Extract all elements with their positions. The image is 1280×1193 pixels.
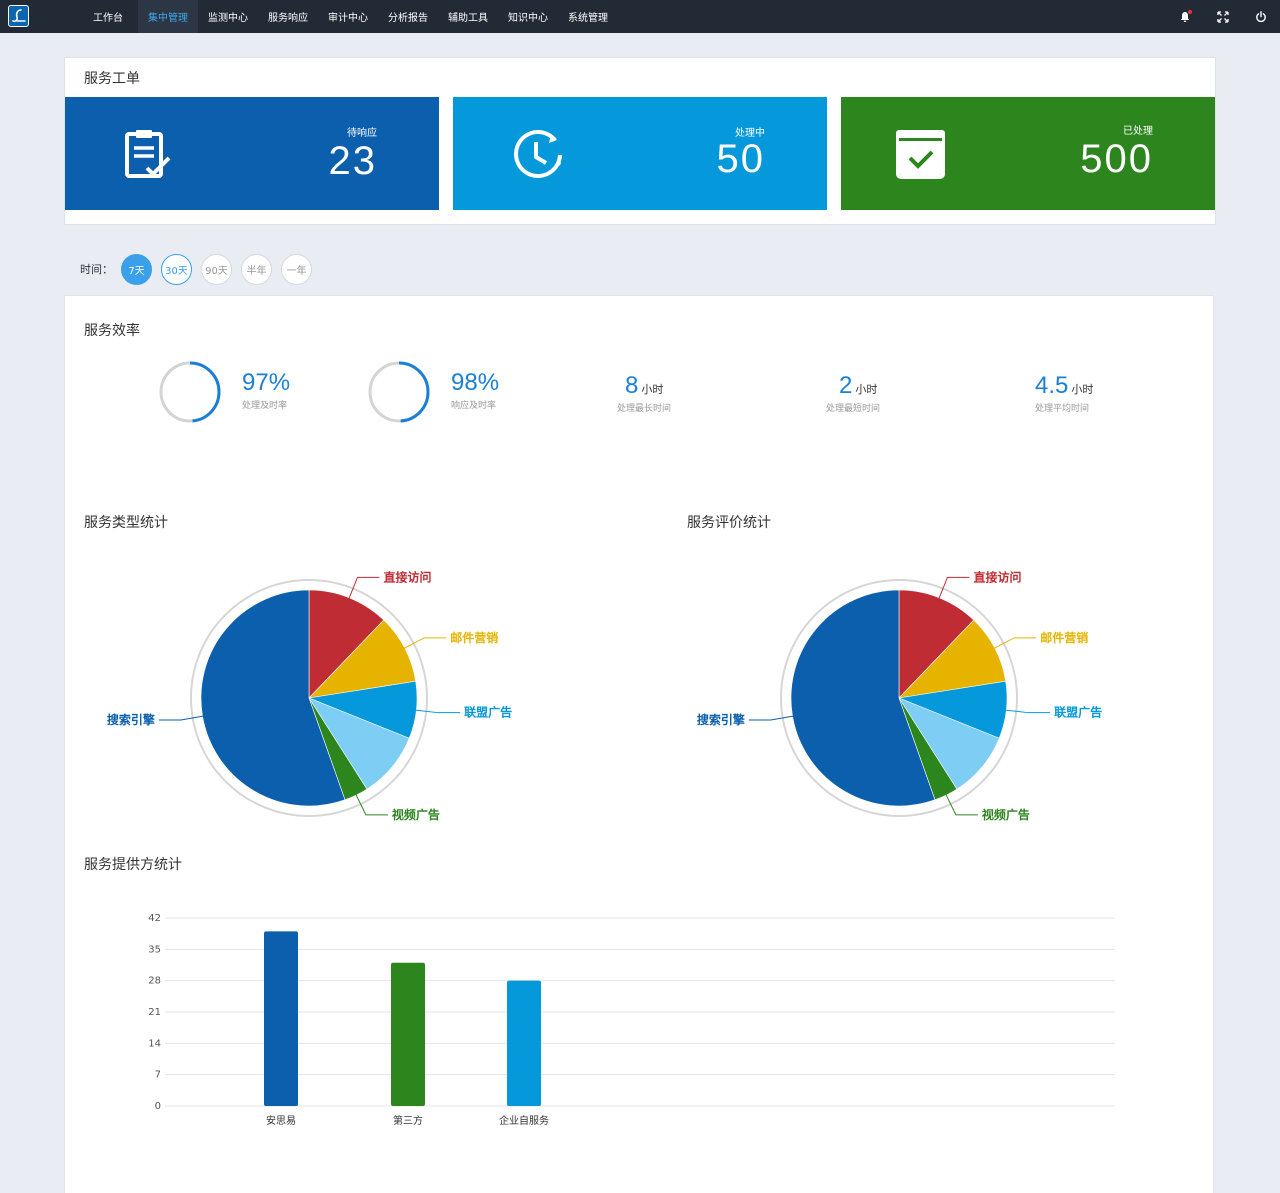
power-icon (1256, 10, 1266, 22)
nav-item-6[interactable]: 辅助工具 (438, 0, 498, 33)
nav-item-4[interactable]: 审计中心 (318, 0, 378, 33)
bar-2[interactable] (507, 980, 541, 1106)
pending-label: 待响应 (347, 128, 377, 139)
bar-0[interactable] (264, 931, 298, 1106)
pie-label-0: 直接访问 (383, 569, 431, 584)
handling-rate-value: 97% (242, 369, 291, 396)
ticket-panel-title: 服务工单 (84, 71, 140, 87)
x-tick-2: 企业自服务 (499, 1114, 549, 1127)
y-tick-1: 7 (155, 1070, 161, 1081)
nav-tools (1166, 0, 1280, 33)
completed-card[interactable]: 已处理 500 (841, 97, 1215, 210)
bar-1[interactable] (391, 962, 425, 1106)
time-option-4[interactable]: 一年 (281, 253, 312, 285)
x-tick-0: 安思易 (266, 1114, 296, 1127)
nav-item-8[interactable]: 系统管理 (558, 0, 618, 33)
max-time-unit: 小时 (641, 383, 664, 396)
nav-item-0[interactable]: 工作台 (78, 0, 138, 33)
x-tick-1: 第三方 (393, 1114, 423, 1127)
time-filter: 时间： 7天 30天 90天 半年 一年 (80, 253, 321, 285)
pie-label-0: 直接访问 (973, 569, 1021, 584)
nav-item-2[interactable]: 监测中心 (198, 0, 258, 33)
rating-pie-chart: 直接访问邮件营销联盟广告视频广告 搜索引擎 (697, 569, 1102, 822)
clipboard-icon (125, 130, 171, 178)
logout-button[interactable] (1242, 0, 1280, 33)
max-time-kpi: 8 小时 处理最长时间 (617, 372, 671, 414)
time-filter-label: 时间： (80, 263, 113, 276)
nav-item-5[interactable]: 分析报告 (378, 0, 438, 33)
logo-icon (11, 9, 26, 23)
stats-panel: 服务效率 97% 处理及时率 98% 响应及时率 8 小时 处理最长时间 2 小时 … (64, 295, 1214, 1193)
y-tick-5: 35 (148, 944, 161, 955)
avg-time-label: 处理平均时间 (1035, 404, 1090, 414)
pie-label-2: 联盟广告 (464, 705, 512, 720)
max-time-value: 8 (625, 372, 639, 399)
top-nav: 工作台 集中管理 监测中心 服务响应 审计中心 分析报告 辅助工具 知识中心 系统管理 (0, 0, 1280, 33)
in-progress-count: 50 (716, 137, 765, 181)
min-time-kpi: 2 小时 处理最短时间 (826, 372, 880, 414)
min-time-unit: 小时 (855, 383, 878, 396)
check-box-icon (896, 130, 945, 179)
completed-count: 500 (1080, 137, 1153, 181)
rating-stats-title: 服务评价统计 (687, 515, 771, 531)
handling-rate-label: 处理及时率 (242, 401, 288, 411)
pie-label-1: 邮件营销 (450, 630, 498, 645)
y-tick-4: 28 (148, 976, 161, 987)
pie-label-5: 搜索引擎 (107, 712, 155, 727)
time-option-2[interactable]: 90天 (201, 253, 232, 285)
completed-label: 已处理 (1123, 126, 1153, 137)
main-menu: 工作台 集中管理 监测中心 服务响应 审计中心 分析报告 辅助工具 知识中心 系统管理 (78, 0, 618, 33)
handling-rate-kpi: 97% 处理及时率 (242, 369, 290, 411)
provider-bar-chart: 0 7 14 21 28 35 42 安思易 第三方 企业自服务 (148, 913, 1115, 1127)
avg-time-value: 4.5 (1035, 372, 1069, 399)
notification-dot (1188, 10, 1192, 14)
provider-stats-title: 服务提供方统计 (84, 857, 182, 873)
ticket-panel: 服务工单 待响应 23 处理中 50 已处理 500 (64, 57, 1216, 225)
avg-time-unit: 小时 (1071, 383, 1094, 396)
pie-label-1: 邮件营销 (1040, 630, 1088, 645)
in-progress-card[interactable]: 处理中 50 (453, 97, 827, 210)
max-time-label: 处理最长时间 (617, 404, 672, 414)
clock-icon (514, 129, 562, 178)
nav-item-7[interactable]: 知识中心 (498, 0, 558, 33)
avg-time-kpi: 4.5 小时 处理平均时间 (1035, 372, 1093, 414)
response-rate-label: 响应及时率 (451, 401, 497, 411)
time-filter-options: 7天 30天 90天 半年 一年 (121, 253, 321, 285)
y-tick-0: 0 (155, 1101, 161, 1112)
pending-count: 23 (328, 139, 377, 183)
response-rate-kpi: 98% 响应及时率 (451, 369, 499, 411)
response-rate-value: 98% (451, 369, 500, 396)
pie-label-2: 联盟广告 (1054, 705, 1102, 720)
min-time-value: 2 (839, 372, 853, 399)
pie-label-5: 搜索引擎 (697, 712, 745, 727)
y-tick-6: 42 (148, 913, 161, 924)
y-tick-2: 14 (148, 1038, 161, 1049)
nav-item-3[interactable]: 服务响应 (258, 0, 318, 33)
min-time-label: 处理最短时间 (826, 404, 881, 414)
fullscreen-button[interactable] (1204, 0, 1242, 33)
pie-label-4: 视频广告 (982, 807, 1030, 822)
time-option-3[interactable]: 半年 (241, 253, 272, 285)
notification-button[interactable] (1166, 0, 1204, 33)
efficiency-title: 服务效率 (84, 323, 140, 339)
type-stats-title: 服务类型统计 (84, 515, 168, 531)
fullscreen-icon (1217, 10, 1229, 23)
app-logo[interactable] (8, 5, 29, 27)
time-option-0[interactable]: 7天 (121, 253, 152, 285)
type-pie-chart: 直接访问邮件营销联盟广告视频广告 搜索引擎 (107, 569, 512, 822)
pie-label-4: 视频广告 (392, 807, 440, 822)
y-tick-3: 21 (148, 1007, 161, 1018)
time-option-1[interactable]: 30天 (161, 253, 192, 285)
pending-card[interactable]: 待响应 23 (65, 97, 439, 210)
response-rate-ring (368, 361, 430, 423)
handling-rate-ring (159, 361, 221, 423)
nav-item-1[interactable]: 集中管理 (138, 0, 198, 33)
